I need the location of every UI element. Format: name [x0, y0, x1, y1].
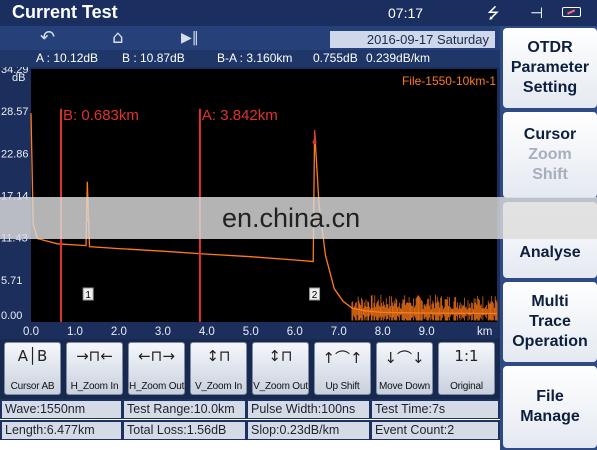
otdr-label-2: Parameter	[510, 59, 590, 76]
tool-label: Up Shift	[325, 381, 360, 392]
cursor-zoom-shift-button[interactable]: Cursor Zoom Shift	[503, 112, 597, 198]
tool-label: V_Zoom Out	[253, 381, 308, 392]
cursor-info-row: A : 10.12dB B : 10.87dB B-A : 3.160km 0.…	[0, 50, 500, 67]
analyse-label: Analyse	[519, 244, 581, 261]
x-tick-label: 4.0	[199, 326, 215, 338]
manage-label: Manage	[520, 408, 580, 425]
watermark-band: en.china.cn	[0, 197, 597, 239]
cursor-b-label: B: 0.683km	[63, 107, 139, 124]
tool-row: A│B Cursor AB →⊓← H_Zoom In ←⊓→ H_Zoom Out ↕⊓ V…	[0, 339, 500, 399]
tool-label: H_Zoom In	[70, 381, 119, 392]
tool-v-zoom-in-icon: ↕⊓	[206, 347, 231, 365]
tool-v-zoom-out-button[interactable]: ↕⊓ V_Zoom Out	[252, 342, 309, 395]
otdr-label-1: OTDR	[527, 39, 573, 56]
pulse-width-value: Pulse Width:100ns	[248, 401, 369, 418]
back-arrow-icon[interactable]: ↶	[40, 28, 55, 48]
fiber-length-value: Length:6.477km	[2, 422, 121, 439]
cursor-loss: 0.755dB	[313, 51, 358, 65]
tool-original-button[interactable]: 1:1 Original	[438, 342, 495, 395]
x-tick-label: 7.0	[331, 326, 347, 338]
x-tick-label: 9.0	[419, 326, 435, 338]
cursor-slope: 0.239dB/km	[366, 51, 431, 65]
total-loss-value: Total Loss:1.56dB	[124, 422, 245, 439]
tool-v-zoom-in-button[interactable]: ↕⊓ V_Zoom In	[190, 342, 247, 395]
event-count-value: Event Count:2	[372, 422, 498, 439]
tool-label: Cursor AB	[10, 381, 55, 392]
y-tick-label: 0.00	[1, 310, 22, 322]
cursor-b-value: B : 10.87dB	[122, 51, 185, 65]
x-tick-label: 6.0	[287, 326, 303, 338]
x-tick-label: 2.0	[111, 326, 127, 338]
event-number-label: 1	[85, 290, 91, 301]
play-pause-icon[interactable]: ▶‖	[181, 28, 199, 48]
x-tick-label: 5.0	[243, 326, 259, 338]
title-bar: Current Test 07:17 ⭍ ⊣	[0, 0, 597, 26]
tool-h-zoom-out-icon: ←⊓→	[138, 347, 175, 365]
tool-v-zoom-out-icon: ↕⊓	[268, 347, 293, 365]
test-time-value: Test Time:7s	[372, 401, 498, 418]
tool-label: V_Zoom In	[194, 381, 243, 392]
file-manage-button[interactable]: File Manage	[503, 366, 597, 448]
tool-label: Move Down	[379, 381, 430, 392]
test-range-value: Test Range:10.0km	[124, 401, 245, 418]
x-tick-label: 0.0	[23, 326, 39, 338]
plug-icon: ⊣	[530, 4, 544, 22]
tool-cursor-ab-button[interactable]: A│B Cursor AB	[4, 342, 61, 395]
trace-file-label: File-1550-10km-1	[402, 74, 496, 88]
watermark-text: en.china.cn	[222, 203, 361, 233]
operation-label: Operation	[512, 333, 588, 350]
x-tick-label: 1.0	[67, 326, 83, 338]
tool-up-shift-button[interactable]: ↑⌒↑ Up Shift	[314, 342, 371, 395]
tool-cursor-ab-icon: A│B	[17, 347, 48, 365]
multi-trace-operation-button[interactable]: Multi Trace Operation	[503, 282, 597, 362]
wavelength-value: Wave:1550nm	[2, 401, 121, 418]
shift-label: Shift	[532, 166, 568, 183]
status-row-1: Wave:1550nm Test Range:10.0km Pulse Widt…	[0, 399, 500, 419]
status-row-2: Length:6.477km Total Loss:1.56dB Slop:0.…	[0, 420, 500, 440]
tool-original-icon: 1:1	[454, 347, 479, 365]
y-axis-unit: dB	[12, 72, 25, 84]
tool-up-shift-icon: ↑⌒↑	[322, 349, 363, 367]
y-tick-label: 22.86	[1, 148, 29, 160]
x-axis-unit: km	[477, 326, 492, 338]
home-icon[interactable]: ⌂	[112, 28, 123, 48]
tool-h-zoom-in-button[interactable]: →⊓← H_Zoom In	[66, 342, 123, 395]
slope-value: Slop:0.23dB/km	[248, 422, 369, 439]
cursor-distance: B-A : 3.160km	[217, 51, 293, 65]
otdr-parameter-setting-button[interactable]: OTDR Parameter Setting	[503, 28, 597, 108]
trace-label: Trace	[529, 313, 571, 330]
page-title: Current Test	[12, 2, 118, 22]
y-tick-label: 5.71	[1, 275, 22, 287]
tool-move-down-icon: ↓⌒↓	[384, 349, 425, 367]
event-number-label: 2	[312, 290, 318, 301]
tool-h-zoom-out-button[interactable]: ←⊓→ H_Zoom Out	[128, 342, 185, 395]
event-marker-dot	[312, 140, 317, 145]
x-tick-label: 8.0	[375, 326, 391, 338]
battery-icon	[562, 7, 581, 17]
cursor-a-label: A: 3.842km	[202, 107, 278, 124]
cursor-a-value: A : 10.12dB	[36, 51, 99, 65]
x-tick-label: 3.0	[155, 326, 171, 338]
tool-h-zoom-in-icon: →⊓←	[76, 347, 113, 365]
y-tick-label: 28.57	[1, 106, 29, 118]
tool-move-down-button[interactable]: ↓⌒↓ Move Down	[376, 342, 433, 395]
usb-icon: ⭍	[487, 4, 500, 22]
multi-label: Multi	[531, 293, 569, 310]
tool-label: H_Zoom Out	[129, 381, 185, 392]
date-display: 2016-09-17 Saturday	[330, 31, 495, 48]
tool-label: Original	[450, 381, 483, 392]
cursor-label: Cursor	[523, 126, 577, 143]
clock: 07:17	[388, 5, 424, 21]
otdr-label-3: Setting	[522, 79, 578, 96]
zoom-label: Zoom	[528, 146, 572, 163]
file-label: File	[536, 388, 564, 405]
